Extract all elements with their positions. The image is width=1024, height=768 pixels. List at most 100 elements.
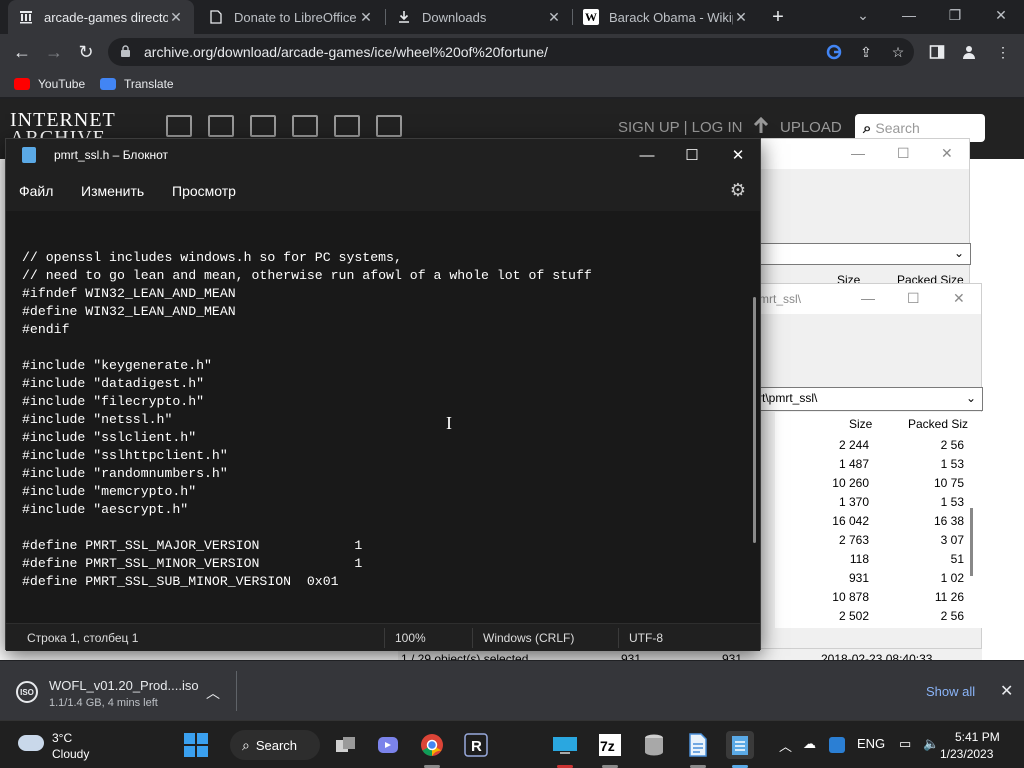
column-packed-size[interactable]: Packed Siz (908, 417, 968, 431)
archive-icon (18, 9, 34, 25)
menu-file[interactable]: Файл (19, 183, 53, 199)
table-row[interactable]: 118 51 (775, 550, 983, 569)
weather-temperature[interactable]: 3°C (52, 731, 72, 745)
download-shelf: ISO WOFL_v01.20_Prod....iso 1.1/1.4 GB, … (0, 660, 1024, 720)
volume-icon[interactable]: 🔈 (923, 736, 939, 752)
column-size[interactable]: Size (849, 417, 872, 431)
reload-button[interactable]: ↻ (74, 40, 98, 64)
path-dropdown[interactable]: rt\pmrt_ssl\ ⌄ (751, 387, 983, 411)
task-view-icon[interactable] (332, 731, 360, 759)
maximize-button[interactable]: ☐ (669, 143, 715, 167)
menu-icon[interactable]: ⋮ (994, 43, 1012, 61)
clock-time[interactable]: 5:41 PM (955, 730, 1000, 744)
minimize-button[interactable]: — (861, 290, 875, 306)
upload-icon[interactable] (752, 116, 770, 137)
menu-view[interactable]: Просмотр (172, 183, 236, 199)
chevron-up-icon[interactable]: ︿ (779, 736, 792, 755)
texts-icon[interactable] (208, 115, 234, 137)
bookmark-translate[interactable]: Translate (100, 75, 174, 93)
close-icon[interactable]: ✕ (1000, 681, 1013, 701)
display-icon[interactable]: ▭ (899, 736, 911, 752)
language-indicator[interactable]: ENG (857, 736, 885, 751)
google-icon[interactable] (825, 43, 843, 61)
close-icon[interactable]: ✕ (168, 9, 184, 26)
notepad-taskbar-icon[interactable] (726, 731, 754, 759)
notepad-titlebar: pmrt_ssl.h – Блокнот — ☐ ✕ (6, 139, 760, 171)
download-filename[interactable]: WOFL_v01.20_Prod....iso (49, 678, 199, 693)
tab-arcade-games[interactable]: arcade-games director ✕ (8, 0, 194, 34)
gear-icon[interactable]: ⚙ (730, 180, 746, 201)
notepad-title: pmrt_ssl.h – Блокнот (54, 148, 169, 162)
file-list[interactable]: Size Packed Siz 2 244 2 56 1 487 1 53 10 2… (775, 412, 983, 628)
table-row[interactable]: 10 260 10 75 (775, 474, 983, 493)
table-row[interactable]: 1 370 1 53 (775, 493, 983, 512)
start-button[interactable] (182, 731, 210, 759)
scrollbar[interactable] (970, 508, 973, 576)
table-row[interactable]: 1 487 1 53 (775, 455, 983, 474)
images-icon[interactable] (376, 115, 402, 137)
side-panel-icon[interactable] (928, 43, 946, 61)
scrollbar[interactable] (753, 297, 756, 543)
close-icon[interactable]: ✕ (358, 9, 374, 26)
close-window-button[interactable]: ✕ (978, 0, 1024, 30)
minimize-button[interactable]: — (886, 0, 932, 30)
minimize-button[interactable]: — (624, 143, 670, 167)
close-icon[interactable]: ✕ (733, 9, 749, 26)
chevron-up-icon[interactable]: ︿ (206, 683, 220, 703)
notepad-menubar: Файл Изменить Просмотр ⚙ (6, 171, 760, 211)
restore-button[interactable]: ❐ (932, 0, 978, 30)
tab-wikipedia[interactable]: W Barack Obama - Wikipe ✕ (573, 0, 759, 34)
defender-icon[interactable] (829, 737, 845, 753)
software-icon[interactable] (334, 115, 360, 137)
taskbar-search[interactable]: ⌕ Search (230, 730, 320, 760)
web-icon[interactable] (166, 115, 192, 137)
close-icon[interactable]: ✕ (546, 9, 562, 26)
menu-edit[interactable]: Изменить (81, 183, 144, 199)
table-row[interactable]: 931 1 02 (775, 569, 983, 588)
database-icon[interactable] (640, 731, 668, 759)
search-icon: ⌕ (863, 119, 872, 137)
signup-login-link[interactable]: SIGN UP | LOG IN (618, 119, 742, 136)
remote-desktop-icon[interactable] (550, 731, 580, 759)
minimize-button[interactable]: — (851, 145, 865, 161)
network-off-icon[interactable]: ☁ (803, 736, 816, 752)
table-row[interactable]: 2 502 2 56 (775, 607, 983, 626)
new-tab-button[interactable]: + (768, 7, 788, 27)
chevron-down-icon: ⌄ (953, 246, 964, 260)
code-line: #define PMRT_SSL_MAJOR_VERSION 1 (22, 538, 363, 553)
close-button[interactable]: ✕ (953, 290, 965, 307)
tab-downloads[interactable]: Downloads ✕ (386, 0, 572, 34)
show-all-button[interactable]: Show all (926, 684, 975, 699)
table-row[interactable]: 16 042 16 38 (775, 512, 983, 531)
document-icon[interactable] (684, 731, 712, 759)
close-button[interactable]: ✕ (715, 143, 761, 167)
chrome-icon[interactable] (418, 731, 446, 759)
weather-description[interactable]: Cloudy (52, 747, 89, 761)
table-row[interactable]: 10 878 11 26 (775, 588, 983, 607)
path-dropdown[interactable]: ⌄ (741, 243, 971, 265)
audio-icon[interactable] (292, 115, 318, 137)
tab-donate-libreoffice[interactable]: Donate to LibreOffice | ✕ (198, 0, 384, 34)
chevron-down-icon[interactable]: ⌄ (840, 0, 886, 30)
table-row[interactable]: 2 244 2 56 (775, 436, 983, 455)
table-row[interactable]: 2 763 3 07 (775, 531, 983, 550)
bookmark-star-icon[interactable]: ☆ (889, 43, 907, 61)
forward-button[interactable]: → (42, 40, 66, 64)
upload-link[interactable]: UPLOAD (780, 119, 842, 136)
profile-icon[interactable] (960, 43, 978, 61)
text-editor[interactable]: // openssl includes windows.h so for PC … (6, 211, 760, 623)
clock-date[interactable]: 1/23/2023 (940, 747, 993, 761)
back-button[interactable]: ← (10, 40, 34, 64)
close-button[interactable]: ✕ (941, 145, 953, 162)
maximize-button[interactable]: ☐ (907, 290, 920, 307)
address-bar[interactable]: archive.org/download/arcade-games/ice/wh… (108, 38, 914, 66)
rstudio-icon[interactable]: R (462, 731, 490, 759)
7zip-icon[interactable]: 7z (596, 731, 624, 759)
cloud-icon[interactable] (18, 735, 44, 751)
teams-chat-icon[interactable] (374, 731, 402, 759)
maximize-button[interactable]: ☐ (897, 145, 910, 162)
bookmark-youtube[interactable]: YouTube (14, 75, 85, 93)
share-icon[interactable]: ⇪ (857, 43, 875, 61)
video-icon[interactable] (250, 115, 276, 137)
